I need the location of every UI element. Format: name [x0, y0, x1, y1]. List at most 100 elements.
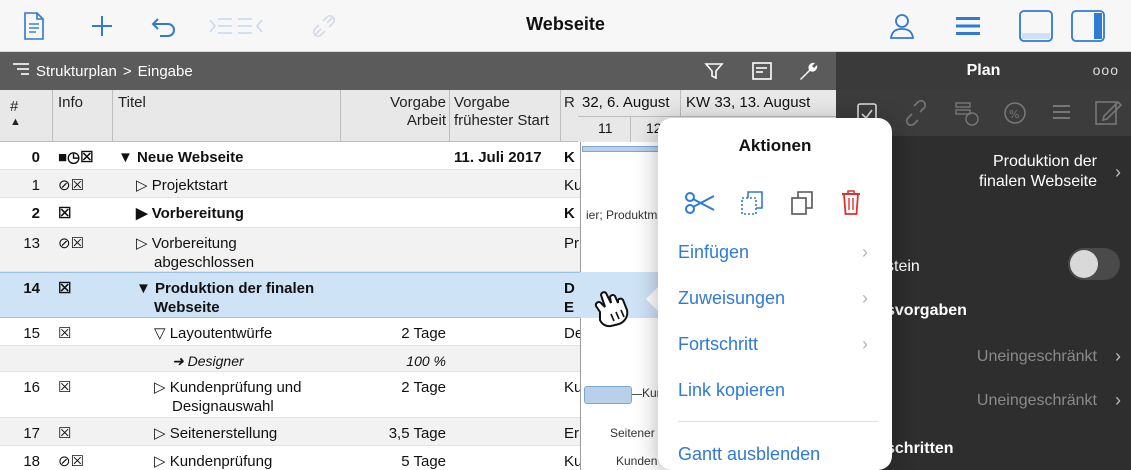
align-icon[interactable] [744, 52, 780, 90]
row-number: 17 [23, 425, 40, 442]
menu-item-gantt-ausblenden[interactable]: Gantt ausblenden [678, 444, 878, 465]
user-icon[interactable] [884, 8, 920, 44]
row-resources[interactable]: K [564, 204, 575, 223]
touch-pointer-icon [590, 286, 636, 335]
gantt-bar-label: Seitener [610, 426, 655, 440]
progress-tab-icon[interactable]: % [1002, 100, 1028, 131]
column-header-info[interactable]: Info [58, 94, 83, 112]
more-options-icon[interactable]: ooo [1093, 62, 1119, 78]
row-title[interactable]: ▷ Projektstart [136, 176, 228, 195]
milestone-toggle[interactable] [1068, 248, 1120, 280]
gantt-bar[interactable] [582, 146, 662, 152]
row-work[interactable]: 3,5 Tage [346, 424, 446, 443]
row-info-icons: ⊘☒ [58, 235, 85, 252]
cut-icon[interactable] [684, 192, 716, 219]
assignment-units[interactable]: 100 % [346, 352, 446, 371]
row-title[interactable]: ▷ Vorbereitung abgeschlossen [136, 234, 254, 272]
gantt-bar[interactable] [584, 386, 632, 404]
row-title[interactable]: ▷ Seitenerstellung [154, 424, 277, 443]
row-resources[interactable]: Pr [564, 234, 579, 253]
row-resources[interactable]: DE [564, 279, 575, 317]
add-icon[interactable] [84, 8, 120, 44]
table-row[interactable]: 17 ☒ ▷ Seitenerstellung 3,5 Tage Er [0, 418, 580, 446]
row-number: 13 [23, 235, 40, 252]
row-resources[interactable]: K [564, 148, 575, 167]
row-work[interactable]: 5 Tage [346, 452, 446, 470]
table-row[interactable]: 18 ⊘☒ ▷ Kundenprüfung 5 Tage Ku [0, 446, 582, 470]
row-title[interactable]: ▼ Produktion der finalen Webseite [136, 279, 314, 317]
breadcrumb[interactable]: Strukturplan > Eingabe [12, 62, 193, 80]
row-number: 15 [23, 325, 40, 342]
popover-arrow [646, 287, 658, 311]
gantt-week-2: KW 33, 13. August [686, 94, 811, 111]
menu-item-einfuegen[interactable]: Einfügen › [678, 242, 878, 263]
table-row[interactable]: 1 ⊘☒ ▷ Projektstart Ku [0, 170, 582, 198]
table-row[interactable]: 16 ☒ ▷ Kundenprüfung und Designauswahl 2 … [0, 372, 582, 418]
row-title[interactable]: ▷ Kundenprüfung und Designauswahl [154, 378, 302, 416]
row-info-icons: ⊘☒ [58, 453, 85, 470]
table-row[interactable]: 13 ⊘☒ ▷ Vorbereitung abgeschlossen Pr [0, 228, 580, 272]
row-title[interactable]: ▶ Vorbereitung [136, 204, 244, 223]
gantt-week-1: 32, 6. August [582, 94, 670, 111]
row-work[interactable]: 2 Tage [346, 324, 446, 343]
indent-icon [206, 8, 266, 44]
table-row-assignment[interactable]: ➜ Designer 100 % [0, 346, 580, 372]
row-info-icons: ☒ [58, 325, 72, 342]
edit-tab-icon[interactable] [1094, 98, 1123, 131]
delete-icon[interactable] [840, 188, 862, 221]
actions-popover: Aktionen Einfügen › Zuweisungen › Fortschr… [658, 118, 892, 470]
assignment-title[interactable]: ➜ Designer [172, 352, 244, 371]
main-toolbar: Webseite [0, 0, 1131, 52]
gantt-bar-label: Kunden [616, 454, 658, 468]
column-header-title[interactable]: Titel [118, 94, 146, 112]
chevron-right-icon: › [862, 242, 868, 262]
cost-tab-icon[interactable] [954, 100, 980, 131]
column-header-number[interactable]: # ▲ [10, 98, 21, 128]
gantt-day-11: 11 [598, 120, 613, 136]
chevron-right-icon: › [1115, 346, 1121, 366]
chevron-right-icon: › [862, 288, 868, 308]
document-icon[interactable] [16, 8, 52, 44]
svg-text:%: % [1009, 108, 1019, 121]
row-title[interactable]: ▷ Kundenprüfung [154, 452, 272, 470]
wrench-icon[interactable] [790, 52, 826, 90]
column-header-start[interactable]: Vorgabe frühester Start [454, 94, 549, 130]
row-number: 1 [31, 177, 40, 194]
table-row[interactable]: 2 ☒ ▶ Vorbereitung K [0, 198, 580, 228]
column-header-work[interactable]: Vorgabe Arbeit [346, 94, 446, 130]
steps-header: schritten [886, 440, 954, 457]
menu-icon[interactable] [950, 8, 986, 44]
copy-icon[interactable] [740, 190, 764, 221]
breadcrumb-current[interactable]: Eingabe [138, 63, 193, 80]
filter-icon[interactable] [696, 52, 732, 90]
row-number: 16 [23, 379, 40, 396]
row-start[interactable]: 11. Juli 2017 [454, 148, 542, 167]
duplicate-icon[interactable] [790, 190, 814, 221]
popover-title: Aktionen [738, 136, 812, 155]
menu-item-link-kopieren[interactable]: Link kopieren [678, 380, 878, 401]
row-info-icons: ☒ [58, 425, 72, 442]
table-row-selected[interactable]: 14 ☒ ▼ Produktion der finalen Webseite DE [0, 272, 580, 318]
table-row[interactable]: 15 ☒ ▽ Layoutentwürfe 2 Tage De [0, 318, 583, 346]
row-info-icons: ■◷☒ [58, 149, 94, 166]
row-work[interactable]: 2 Tage [346, 378, 446, 397]
chevron-right-icon: › [1115, 390, 1121, 410]
notes-tab-icon[interactable] [1050, 100, 1076, 131]
hierarchy-icon [12, 62, 30, 80]
bottom-panel-icon[interactable] [1018, 8, 1054, 44]
breadcrumb-root[interactable]: Strukturplan [36, 63, 117, 80]
row-number: 14 [23, 280, 40, 297]
undo-icon[interactable] [146, 8, 182, 44]
row-title[interactable]: ▽ Layoutentwürfe [154, 324, 272, 343]
menu-item-fortschritt[interactable]: Fortschritt › [678, 334, 878, 355]
row-title[interactable]: ▼ Neue Webseite [118, 148, 243, 167]
menu-item-zuweisungen[interactable]: Zuweisungen › [678, 288, 878, 309]
sidebar-panel-icon[interactable] [1070, 8, 1106, 44]
row-resources[interactable]: Er [564, 424, 579, 443]
table-row[interactable]: 0 ■◷☒ ▼ Neue Webseite 11. Juli 2017 K [0, 142, 580, 170]
link-tab-icon[interactable] [904, 99, 928, 131]
milestone-label: stein [886, 258, 920, 275]
column-header-resources[interactable]: R [564, 94, 575, 112]
row-info-icons: ⊘☒ [58, 177, 85, 194]
inspector-title: Plan [966, 62, 1001, 79]
